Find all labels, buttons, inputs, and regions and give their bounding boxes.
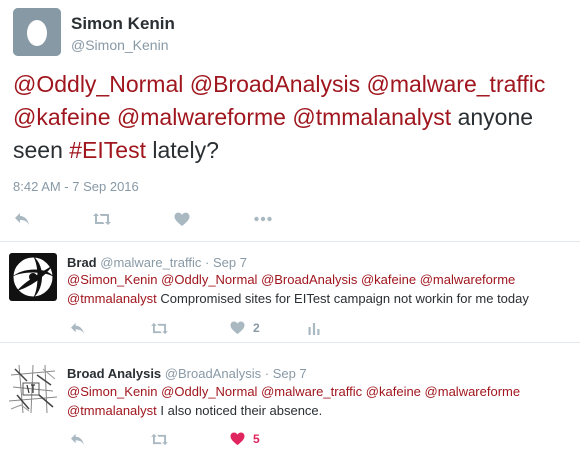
retweet-icon <box>151 433 168 445</box>
reply-tweet[interactable]: Brad @malware_traffic · Sep 7 @Simon_Ken… <box>0 242 580 342</box>
mention-link[interactable]: @malware_traffic <box>367 71 546 97</box>
mention-link[interactable]: @Oddly_Normal <box>13 71 183 97</box>
heart-icon <box>230 321 245 335</box>
mention-link[interactable]: @Simon_Kenin <box>67 272 158 287</box>
tweet-text: @Simon_Kenin @Oddly_Normal @malware_traf… <box>67 382 572 420</box>
author-handle[interactable]: @Simon_Kenin <box>71 37 169 53</box>
separator: · <box>264 366 270 381</box>
author-handle[interactable]: @malware_traffic <box>100 255 201 270</box>
retweet-button[interactable] <box>92 209 112 229</box>
tweet-text-segment: I also noticed their absence. <box>156 403 323 418</box>
heart-icon <box>174 212 190 226</box>
tweet-actions: 2 <box>0 318 580 338</box>
reply-icon <box>71 433 84 445</box>
heart-icon <box>230 432 245 446</box>
like-button[interactable]: 5 <box>230 429 260 449</box>
reply-header: Broad Analysis @BroadAnalysis · Sep 7 <box>67 366 307 381</box>
author-fullname[interactable]: Simon Kenin <box>71 14 175 34</box>
author-fullname[interactable]: Broad Analysis <box>67 366 161 381</box>
reply-tweet[interactable]: Broad Analysis @BroadAnalysis · Sep 7 @S… <box>0 343 580 455</box>
mention-link[interactable]: @BroadAnalysis <box>190 71 360 97</box>
like-count: 5 <box>253 432 260 446</box>
reply-button[interactable] <box>70 429 85 449</box>
mention-link[interactable]: @tmmalanalyst <box>67 291 157 306</box>
author-handle[interactable]: @BroadAnalysis <box>165 366 261 381</box>
reply-button[interactable] <box>70 318 85 338</box>
like-count: 2 <box>253 321 260 335</box>
tweet-actions <box>0 209 580 229</box>
retweet-button[interactable] <box>150 318 169 338</box>
avatar[interactable] <box>9 365 57 413</box>
mention-link[interactable]: @kafeine <box>361 272 416 287</box>
default-egg-avatar[interactable] <box>13 8 61 56</box>
mention-link[interactable]: @malwareforme <box>425 384 521 399</box>
tweet-actions: 5 <box>0 429 580 449</box>
tweet-text-segment: lately? <box>145 137 219 163</box>
mention-link[interactable]: @Simon_Kenin <box>67 384 158 399</box>
mention-link[interactable]: @kafeine <box>366 384 421 399</box>
mention-link[interactable]: @tmmalanalyst <box>67 403 157 418</box>
mention-link[interactable]: @Oddly_Normal <box>161 384 257 399</box>
tweet-date[interactable]: Sep 7 <box>273 366 307 381</box>
more-button[interactable] <box>254 209 272 229</box>
mention-link[interactable]: @tmmalanalyst <box>292 104 451 130</box>
mention-link[interactable]: @malwareforme <box>117 104 286 130</box>
mention-link[interactable]: @malwareforme <box>420 272 516 287</box>
analytics-icon <box>308 322 320 335</box>
mention-link[interactable]: @Oddly_Normal <box>161 272 257 287</box>
separator: · <box>204 255 210 270</box>
reply-header: Brad @malware_traffic · Sep 7 <box>67 255 247 270</box>
gun-barrel-logo-icon <box>9 253 57 301</box>
mention-link[interactable]: @malware_traffic <box>261 384 362 399</box>
tweet-text: @Oddly_Normal @BroadAnalysis @malware_tr… <box>13 68 573 167</box>
map-avatar-icon <box>9 365 57 413</box>
main-tweet: Simon Kenin @Simon_Kenin @Oddly_Normal @… <box>0 0 580 241</box>
hashtag-link[interactable]: #EITest <box>69 137 146 163</box>
avatar[interactable] <box>9 253 57 301</box>
reply-button[interactable] <box>14 209 30 229</box>
retweet-button[interactable] <box>150 429 169 449</box>
tweet-text-segment: Compromised sites for EITest campaign no… <box>156 291 529 306</box>
retweet-icon <box>151 322 168 334</box>
tweet-text: @Simon_Kenin @Oddly_Normal @BroadAnalysi… <box>67 270 572 308</box>
mention-link[interactable]: @kafeine <box>13 104 111 130</box>
reply-icon <box>15 213 29 225</box>
more-icon <box>254 216 272 222</box>
retweet-icon <box>93 213 111 225</box>
author-fullname[interactable]: Brad <box>67 255 97 270</box>
mention-link[interactable]: @BroadAnalysis <box>261 272 357 287</box>
like-button[interactable] <box>174 209 190 229</box>
egg-icon <box>13 8 61 56</box>
analytics-button[interactable] <box>308 318 320 338</box>
tweet-timestamp[interactable]: 8:42 AM - 7 Sep 2016 <box>13 179 139 194</box>
tweet-date[interactable]: Sep 7 <box>213 255 247 270</box>
like-button[interactable]: 2 <box>230 318 260 338</box>
reply-icon <box>71 322 84 334</box>
